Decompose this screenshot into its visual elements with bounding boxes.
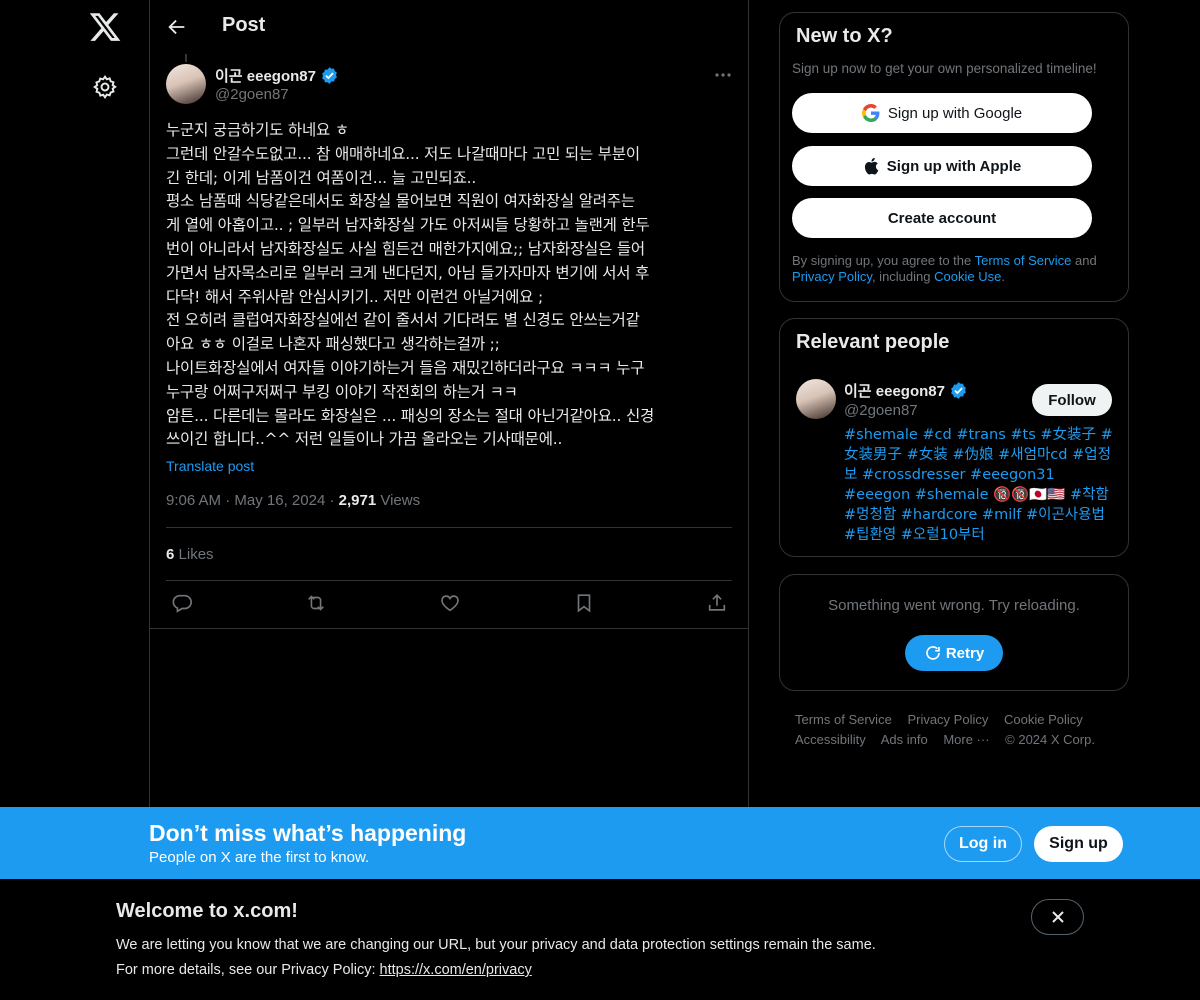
like-icon[interactable] bbox=[439, 592, 461, 614]
trends-error-card: Something went wrong. Try reloading. Ret… bbox=[779, 574, 1129, 691]
post-time[interactable]: 9:06 AM bbox=[166, 492, 221, 509]
meta-separator: · bbox=[329, 492, 339, 509]
login-banner: Don’t miss what’s happening People on X … bbox=[0, 807, 1200, 879]
welcome-line-2-text: For more details, see our Privacy Policy… bbox=[116, 962, 380, 978]
post-date[interactable]: May 16, 2024 bbox=[234, 492, 325, 509]
meta-separator: · bbox=[225, 492, 235, 509]
signup-google-button[interactable]: Sign up with Google bbox=[792, 93, 1092, 133]
privacy-url-link[interactable]: https://x.com/en/privacy bbox=[380, 962, 532, 978]
x-logo-icon[interactable] bbox=[88, 10, 122, 44]
error-message: Something went wrong. Try reloading. bbox=[828, 597, 1080, 614]
signup-apple-label: Sign up with Apple bbox=[886, 157, 1022, 175]
person-name-row[interactable]: 이곤 eeegon87 bbox=[844, 380, 968, 401]
create-account-button[interactable]: Create account bbox=[792, 198, 1092, 238]
follow-button[interactable]: Follow bbox=[1032, 384, 1112, 416]
welcome-title: Welcome to x.com! bbox=[116, 900, 298, 922]
post-actions bbox=[166, 592, 732, 618]
likes-label: Likes bbox=[178, 546, 214, 563]
apple-icon bbox=[863, 157, 879, 175]
avatar[interactable] bbox=[166, 64, 206, 104]
close-button[interactable] bbox=[1031, 899, 1084, 935]
main-column: Post 이곤 eeegon87 @2goen87 누군지 궁금하기도 하네요 … bbox=[149, 0, 749, 810]
signup-legal: By signing up, you agree to the Terms of… bbox=[792, 253, 1122, 285]
person-bio[interactable]: #shemale #cd #trans #ts #女装子 #女装男子 #女装 #… bbox=[844, 425, 1116, 545]
verified-badge-icon bbox=[949, 381, 968, 400]
post-text: 누군지 궁금하기도 하네요 ㅎ 그런데 안갈수도없고... 참 애매하네요...… bbox=[166, 121, 655, 449]
bookmark-icon[interactable] bbox=[573, 592, 595, 614]
divider bbox=[166, 527, 732, 528]
footer-ads-link[interactable]: Ads info bbox=[881, 732, 928, 747]
post-meta: 9:06 AM · May 16, 2024 · 2,971 Views bbox=[166, 492, 420, 509]
retry-label: Retry bbox=[945, 644, 985, 662]
signup-google-label: Sign up with Google bbox=[887, 104, 1023, 122]
author-name-row[interactable]: 이곤 eeegon87 bbox=[215, 65, 339, 86]
welcome-line-2: For more details, see our Privacy Policy… bbox=[116, 962, 532, 978]
post-author: 이곤 eeegon87 @2goen87 bbox=[166, 64, 732, 108]
repost-icon[interactable] bbox=[305, 592, 327, 614]
close-icon bbox=[1050, 909, 1066, 925]
divider bbox=[150, 628, 748, 629]
author-handle[interactable]: @2goen87 bbox=[215, 86, 289, 103]
avatar[interactable] bbox=[796, 379, 836, 419]
reply-icon[interactable] bbox=[171, 592, 193, 614]
banner-title: Don’t miss what’s happening bbox=[149, 820, 467, 846]
likes-count: 6 bbox=[166, 546, 175, 563]
person-name[interactable]: 이곤 eeegon87 bbox=[844, 380, 945, 401]
footer-terms-link[interactable]: Terms of Service bbox=[795, 712, 892, 727]
legal-text: and bbox=[1071, 253, 1097, 268]
thread-line bbox=[185, 54, 187, 62]
refresh-icon bbox=[924, 644, 942, 662]
footer-copyright: © 2024 X Corp. bbox=[1005, 732, 1095, 747]
banner-subtitle: People on X are the first to know. bbox=[149, 849, 370, 866]
footer-privacy-link[interactable]: Privacy Policy bbox=[907, 712, 988, 727]
legal-text: . bbox=[1001, 269, 1005, 284]
person-handle[interactable]: @2goen87 bbox=[844, 402, 918, 419]
more-options-icon[interactable] bbox=[714, 64, 732, 86]
cookie-use-link[interactable]: Cookie Use bbox=[934, 269, 1001, 284]
share-icon[interactable] bbox=[706, 592, 728, 614]
footer-accessibility-link[interactable]: Accessibility bbox=[795, 732, 866, 747]
divider bbox=[166, 580, 732, 581]
views-label: Views bbox=[380, 492, 421, 509]
views-count: 2,971 bbox=[338, 492, 377, 509]
signup-subtitle: Sign up now to get your own personalized… bbox=[792, 61, 1097, 76]
relevant-people-card: Relevant people 이곤 eeegon87 @2goen87 Fol… bbox=[779, 318, 1129, 557]
gear-icon[interactable] bbox=[92, 74, 118, 100]
verified-badge-icon bbox=[320, 66, 339, 85]
likes-row[interactable]: 6 Likes bbox=[166, 546, 214, 563]
welcome-notice: Welcome to x.com! We are letting you kno… bbox=[0, 879, 1200, 1000]
signup-apple-button[interactable]: Sign up with Apple bbox=[792, 146, 1092, 186]
author-name[interactable]: 이곤 eeegon87 bbox=[215, 65, 316, 86]
post-header: Post bbox=[150, 0, 748, 53]
legal-text: , including bbox=[871, 269, 935, 284]
privacy-link[interactable]: Privacy Policy bbox=[792, 269, 872, 284]
welcome-line-1: We are letting you know that we are chan… bbox=[116, 937, 876, 953]
signup-title: New to X? bbox=[796, 25, 893, 47]
google-icon bbox=[861, 104, 880, 122]
relevant-people-title: Relevant people bbox=[796, 331, 950, 353]
terms-link[interactable]: Terms of Service bbox=[975, 253, 1072, 268]
footer-links: Terms of Service Privacy Policy Cookie P… bbox=[795, 710, 1115, 750]
page-title: Post bbox=[222, 14, 266, 36]
retry-button[interactable]: Retry bbox=[905, 635, 1003, 671]
translate-post-link[interactable]: Translate post bbox=[166, 458, 254, 474]
signup-card: New to X? Sign up now to get your own pe… bbox=[779, 12, 1129, 302]
footer-more-link[interactable]: More ··· bbox=[943, 732, 989, 747]
footer-cookie-link[interactable]: Cookie Policy bbox=[1004, 712, 1083, 727]
legal-text: By signing up, you agree to the bbox=[792, 253, 975, 268]
login-button[interactable]: Log in bbox=[944, 826, 1022, 862]
signup-button[interactable]: Sign up bbox=[1034, 826, 1123, 862]
back-arrow-icon[interactable] bbox=[166, 16, 188, 38]
